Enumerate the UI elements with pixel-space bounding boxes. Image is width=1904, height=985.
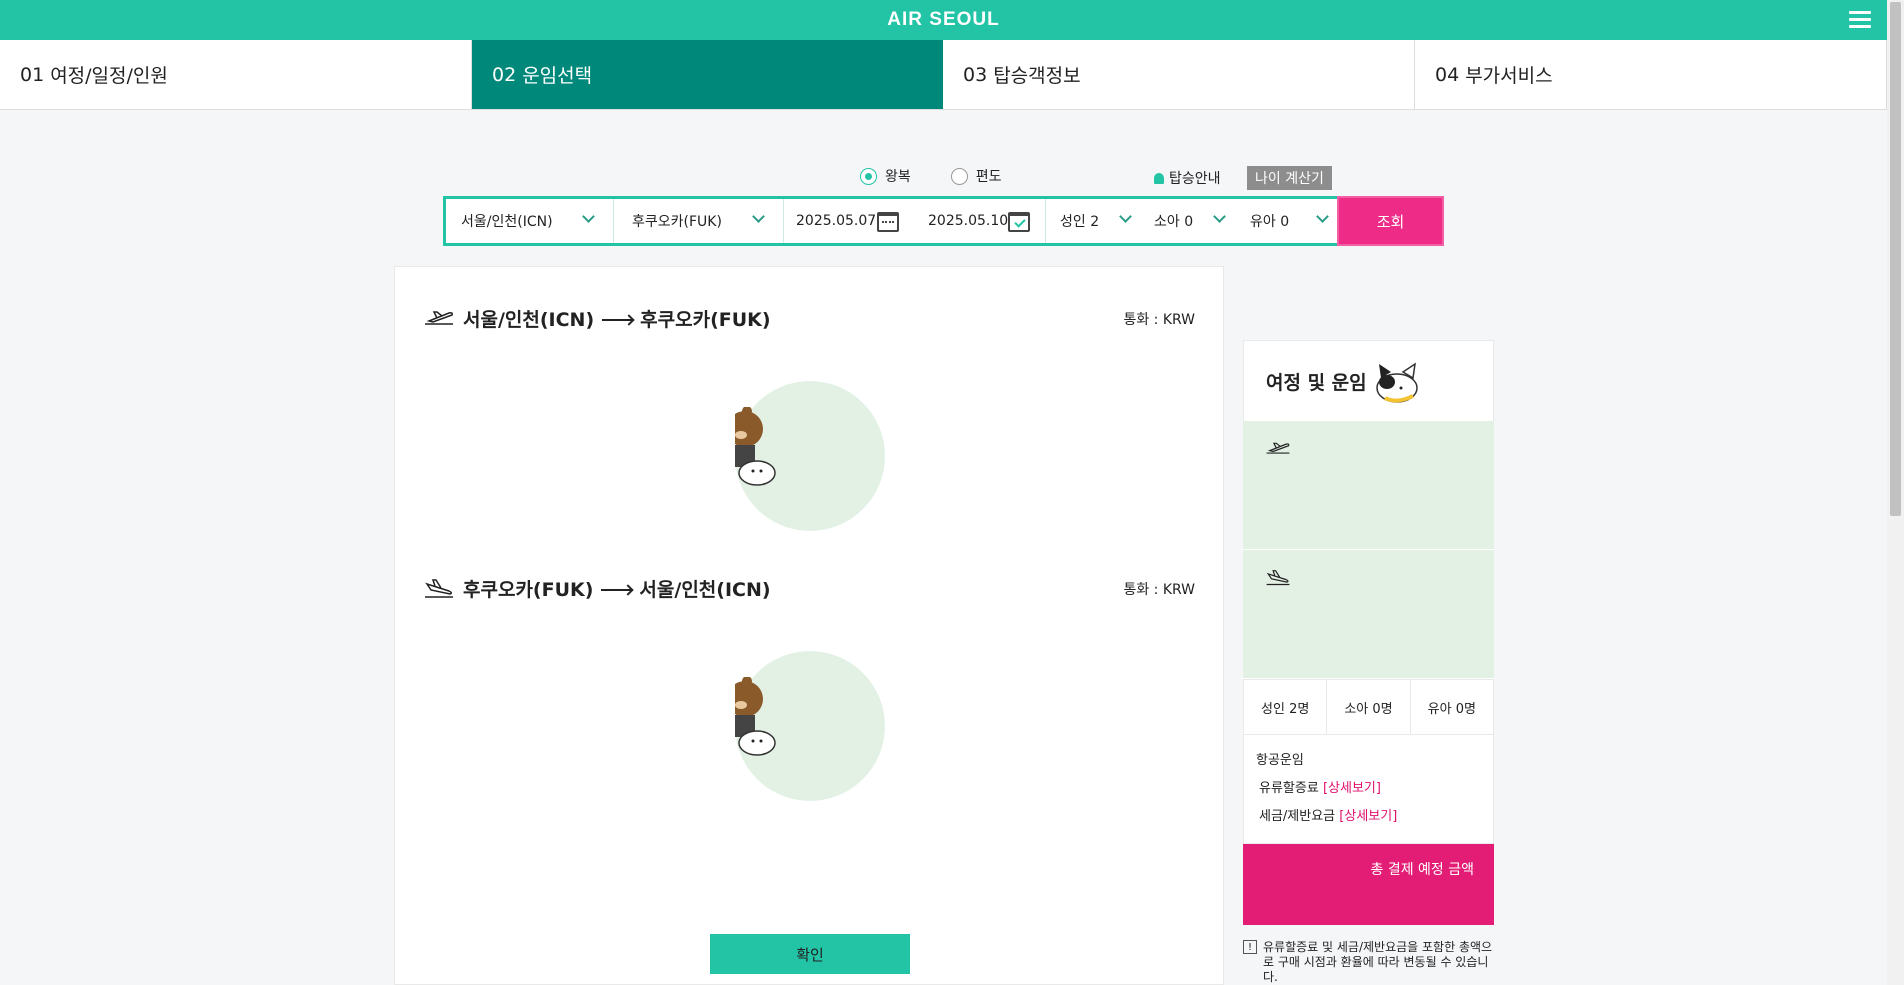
origin-select[interactable]: 서울/인천(ICN) <box>446 199 614 243</box>
inbound-currency: 통화 : KRW <box>1123 582 1195 598</box>
step-fare-selection[interactable]: 02 운임선택 <box>472 40 943 109</box>
step-navigation: 01 여정/일정/인원 02 운임선택 03 탑승객정보 04 부가서비스 <box>0 40 1887 110</box>
tax-label: 세금/제반요금 <box>1259 809 1336 824</box>
step-extra-services[interactable]: 04 부가서비스 <box>1415 40 1887 109</box>
air-fare-label: 항공운임 <box>1256 753 1304 768</box>
exclamation-icon: ! <box>1243 940 1257 954</box>
chevron-down-icon <box>1213 210 1226 223</box>
chevron-down-icon <box>752 210 765 223</box>
radio-checked-icon <box>860 167 877 185</box>
tax-row: 세금/제반요금 [상세보기] <box>1256 805 1481 824</box>
step-number: 02 <box>492 63 517 86</box>
calendar-icon[interactable] <box>877 212 899 232</box>
top-bar: AIR SEOUL <box>0 0 1887 40</box>
summary-header: 여정 및 운임 <box>1243 340 1494 421</box>
outbound-route-title: 서울/인천(ICN) 후쿠오카(FUK) <box>423 305 771 332</box>
one-way-radio[interactable]: 편도 <box>950 166 1002 186</box>
destination-label: 서울/인천(ICN) <box>639 579 771 601</box>
adult-value: 성인 2 <box>1060 214 1100 230</box>
mascot-bear-icon <box>735 407 776 486</box>
step-label: 운임선택 <box>522 65 593 87</box>
radio-label: 편도 <box>975 169 1002 185</box>
child-value: 소아 0 <box>1154 214 1194 230</box>
destination-value: 후쿠오카(FUK) <box>632 214 722 230</box>
arriving-plane-icon <box>425 578 453 598</box>
fare-selection-panel: 서울/인천(ICN) 후쿠오카(FUK) 통화 : KRW 후쿠오카(FUK) … <box>394 266 1224 985</box>
calendar-check-icon[interactable] <box>1008 212 1030 232</box>
step-label: 부가서비스 <box>1465 65 1553 87</box>
origin-label: 서울/인천(ICN) <box>463 309 595 331</box>
step-itinerary[interactable]: 01 여정/일정/인원 <box>0 40 472 109</box>
scrollbar-thumb[interactable] <box>1890 2 1901 516</box>
infant-value: 유아 0 <box>1250 214 1290 230</box>
footnote-text: 유류할증료 및 세금/제반요금을 포함한 총액으로 구매 시점과 환율에 따라 … <box>1263 940 1493 984</box>
tax-detail-link[interactable]: [상세보기] <box>1339 809 1397 824</box>
fare-breakdown: 항공운임 유류할증료 [상세보기] 세금/제반요금 [상세보기] <box>1243 735 1494 844</box>
adult-select[interactable]: 성인 2 <box>1046 199 1140 243</box>
destination-label: 후쿠오카(FUK) <box>640 309 771 331</box>
confirm-button[interactable]: 확인 <box>710 934 910 974</box>
mascot-bear-icon <box>735 677 776 756</box>
fare-footnote: ! 유류할증료 및 세금/제반요금을 포함한 총액으로 구매 시점과 환율에 따… <box>1243 940 1494 985</box>
step-passenger-info[interactable]: 03 탑승객정보 <box>943 40 1415 109</box>
radio-label: 왕복 <box>885 169 911 185</box>
adult-count: 성인 2명 <box>1244 680 1328 734</box>
mascot-cat-icon <box>1375 362 1418 403</box>
infant-select[interactable]: 유아 0 <box>1236 199 1343 243</box>
origin-label: 후쿠오카(FUK) <box>463 579 594 601</box>
boarding-info-link[interactable]: 탑승안내 <box>1154 168 1221 188</box>
radio-unchecked-icon <box>950 167 968 185</box>
passenger-count-row: 성인 2명 소아 0명 유아 0명 <box>1243 679 1494 735</box>
step-label: 여정/일정/인원 <box>50 65 168 87</box>
inbound-route-title: 후쿠오카(FUK) 서울/인천(ICN) <box>423 575 771 602</box>
vertical-scrollbar[interactable] <box>1887 0 1904 985</box>
fuel-surcharge-row: 유류할증료 [상세보기] <box>1256 777 1481 796</box>
origin-value: 서울/인천(ICN) <box>461 214 553 230</box>
departing-plane-icon <box>425 310 453 325</box>
departing-plane-icon <box>1266 442 1290 454</box>
flight-search-bar: 서울/인천(ICN) 후쿠오카(FUK) 2025.05.07 2025.05.… <box>443 196 1346 246</box>
step-label: 탑승객정보 <box>993 65 1081 87</box>
child-select[interactable]: 소아 0 <box>1140 199 1236 243</box>
total-label: 총 결제 예정 금액 <box>1370 862 1474 878</box>
bell-icon <box>1154 172 1164 184</box>
inbound-fare-segment <box>1243 550 1494 679</box>
summary-title: 여정 및 운임 <box>1266 371 1367 394</box>
outbound-currency: 통화 : KRW <box>1123 312 1195 328</box>
return-date: 2025.05.10 <box>928 213 1009 229</box>
fuel-surcharge-label: 유류할증료 <box>1259 781 1319 796</box>
arrow-right-icon <box>601 588 632 591</box>
fuel-detail-link[interactable]: [상세보기] <box>1323 781 1381 796</box>
boarding-info-label: 탑승안내 <box>1169 171 1221 187</box>
trip-type-selector: 왕복 편도 <box>860 166 1042 186</box>
date-range-picker[interactable]: 2025.05.07 2025.05.10 <box>784 199 1046 243</box>
chevron-down-icon <box>1119 210 1132 223</box>
chevron-down-icon <box>582 210 595 223</box>
infant-count: 유아 0명 <box>1427 701 1476 717</box>
search-button[interactable]: 조회 <box>1337 196 1444 246</box>
hamburger-menu-icon[interactable] <box>1849 11 1871 29</box>
depart-date: 2025.05.07 <box>796 213 877 229</box>
chevron-down-icon <box>1316 210 1329 223</box>
round-trip-radio[interactable]: 왕복 <box>860 166 911 186</box>
step-number: 03 <box>963 63 988 86</box>
outbound-fare-segment <box>1243 421 1494 550</box>
arriving-plane-icon <box>1266 570 1290 586</box>
destination-select[interactable]: 후쿠오카(FUK) <box>614 199 784 243</box>
child-count: 소아 0명 <box>1327 680 1411 734</box>
step-number: 01 <box>20 63 45 86</box>
logo[interactable]: AIR SEOUL <box>887 9 999 31</box>
arrow-right-icon <box>602 318 633 321</box>
step-number: 04 <box>1435 63 1460 86</box>
total-payment-box: 총 결제 예정 금액 <box>1243 844 1494 925</box>
age-calculator-button[interactable]: 나이 계산기 <box>1247 166 1332 190</box>
itinerary-summary-panel: 여정 및 운임 성인 2명 소아 0명 유아 0명 항공운임 유류할증료 [상세… <box>1243 340 1494 985</box>
